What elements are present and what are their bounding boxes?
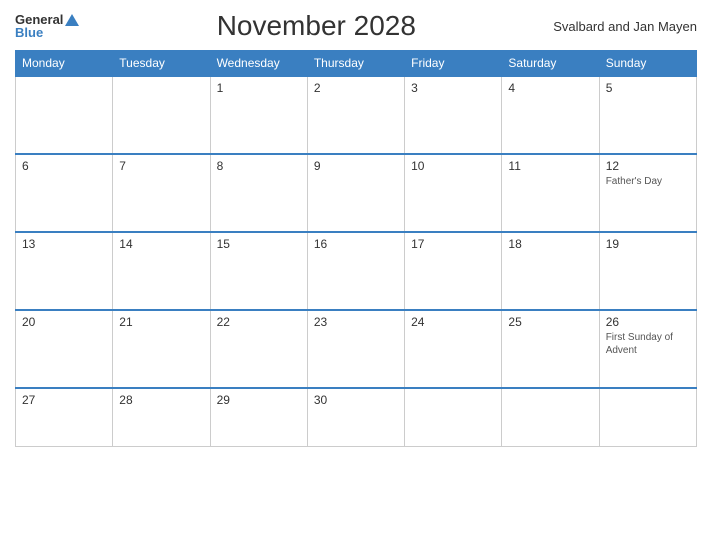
calendar-cell: 10 <box>405 154 502 232</box>
calendar-cell: 5 <box>599 76 696 154</box>
calendar-cell: 22 <box>210 310 307 388</box>
day-number: 2 <box>314 81 398 95</box>
day-number: 13 <box>22 237 106 251</box>
day-number: 26 <box>606 315 690 329</box>
calendar-cell: 14 <box>113 232 210 310</box>
calendar-cell: 8 <box>210 154 307 232</box>
calendar-cell: 28 <box>113 388 210 446</box>
calendar-cell: 20 <box>16 310 113 388</box>
day-number: 28 <box>119 393 203 407</box>
weekday-header-friday: Friday <box>405 51 502 77</box>
calendar-cell: 11 <box>502 154 599 232</box>
calendar-cell: 17 <box>405 232 502 310</box>
calendar-cell: 16 <box>307 232 404 310</box>
calendar-cell: 15 <box>210 232 307 310</box>
weekday-header-thursday: Thursday <box>307 51 404 77</box>
calendar-cell: 25 <box>502 310 599 388</box>
calendar-cell: 2 <box>307 76 404 154</box>
calendar-cell: 27 <box>16 388 113 446</box>
calendar-header: General Blue November 2028 Svalbard and … <box>15 10 697 42</box>
calendar-cell: 13 <box>16 232 113 310</box>
weekday-header-wednesday: Wednesday <box>210 51 307 77</box>
day-number: 7 <box>119 159 203 173</box>
calendar-cell: 21 <box>113 310 210 388</box>
calendar-cell: 12 Father's Day <box>599 154 696 232</box>
weekday-header-row: MondayTuesdayWednesdayThursdayFridaySatu… <box>16 51 697 77</box>
day-number: 23 <box>314 315 398 329</box>
day-number: 14 <box>119 237 203 251</box>
day-number: 21 <box>119 315 203 329</box>
day-number: 29 <box>217 393 301 407</box>
month-title: November 2028 <box>79 10 553 42</box>
day-number: 12 <box>606 159 690 173</box>
calendar-cell: 1 <box>210 76 307 154</box>
day-number: 19 <box>606 237 690 251</box>
day-number: 24 <box>411 315 495 329</box>
calendar-cell: 19 <box>599 232 696 310</box>
day-number: 8 <box>217 159 301 173</box>
day-number: 22 <box>217 315 301 329</box>
weekday-header-monday: Monday <box>16 51 113 77</box>
day-number: 27 <box>22 393 106 407</box>
calendar-week-row: 13 14 15 16 17 18 19 <box>16 232 697 310</box>
day-number: 25 <box>508 315 592 329</box>
region-label: Svalbard and Jan Mayen <box>553 19 697 34</box>
calendar-table: MondayTuesdayWednesdayThursdayFridaySatu… <box>15 50 697 447</box>
calendar-container: General Blue November 2028 Svalbard and … <box>0 0 712 550</box>
calendar-week-row: 27 28 29 30 <box>16 388 697 446</box>
event-label: First Sunday of Advent <box>606 331 690 357</box>
day-number: 10 <box>411 159 495 173</box>
calendar-cell: 7 <box>113 154 210 232</box>
day-number: 17 <box>411 237 495 251</box>
day-number: 30 <box>314 393 398 407</box>
day-number: 4 <box>508 81 592 95</box>
calendar-cell <box>113 76 210 154</box>
day-number: 5 <box>606 81 690 95</box>
logo-blue-text: Blue <box>15 26 43 39</box>
calendar-cell <box>502 388 599 446</box>
calendar-week-row: 20 21 22 23 24 25 26 First Sunday of Advent <box>16 310 697 388</box>
calendar-cell: 18 <box>502 232 599 310</box>
logo: General Blue <box>15 13 79 39</box>
day-number: 9 <box>314 159 398 173</box>
day-number: 18 <box>508 237 592 251</box>
weekday-header-saturday: Saturday <box>502 51 599 77</box>
day-number: 1 <box>217 81 301 95</box>
calendar-cell: 3 <box>405 76 502 154</box>
calendar-cell: 24 <box>405 310 502 388</box>
calendar-week-row: 6789 10 11 12 Father's Day <box>16 154 697 232</box>
calendar-cell <box>16 76 113 154</box>
calendar-cell: 9 <box>307 154 404 232</box>
day-number: 3 <box>411 81 495 95</box>
day-number: 16 <box>314 237 398 251</box>
calendar-cell: 6 <box>16 154 113 232</box>
calendar-cell: 4 <box>502 76 599 154</box>
calendar-cell: 23 <box>307 310 404 388</box>
day-number: 11 <box>508 159 592 173</box>
calendar-cell <box>405 388 502 446</box>
day-number: 20 <box>22 315 106 329</box>
weekday-header-tuesday: Tuesday <box>113 51 210 77</box>
calendar-cell <box>599 388 696 446</box>
logo-triangle-icon <box>65 14 79 26</box>
event-label: Father's Day <box>606 175 690 188</box>
calendar-cell: 29 <box>210 388 307 446</box>
day-number: 15 <box>217 237 301 251</box>
day-number: 6 <box>22 159 106 173</box>
calendar-cell: 26 First Sunday of Advent <box>599 310 696 388</box>
weekday-header-sunday: Sunday <box>599 51 696 77</box>
calendar-cell: 30 <box>307 388 404 446</box>
calendar-week-row: 12345 <box>16 76 697 154</box>
